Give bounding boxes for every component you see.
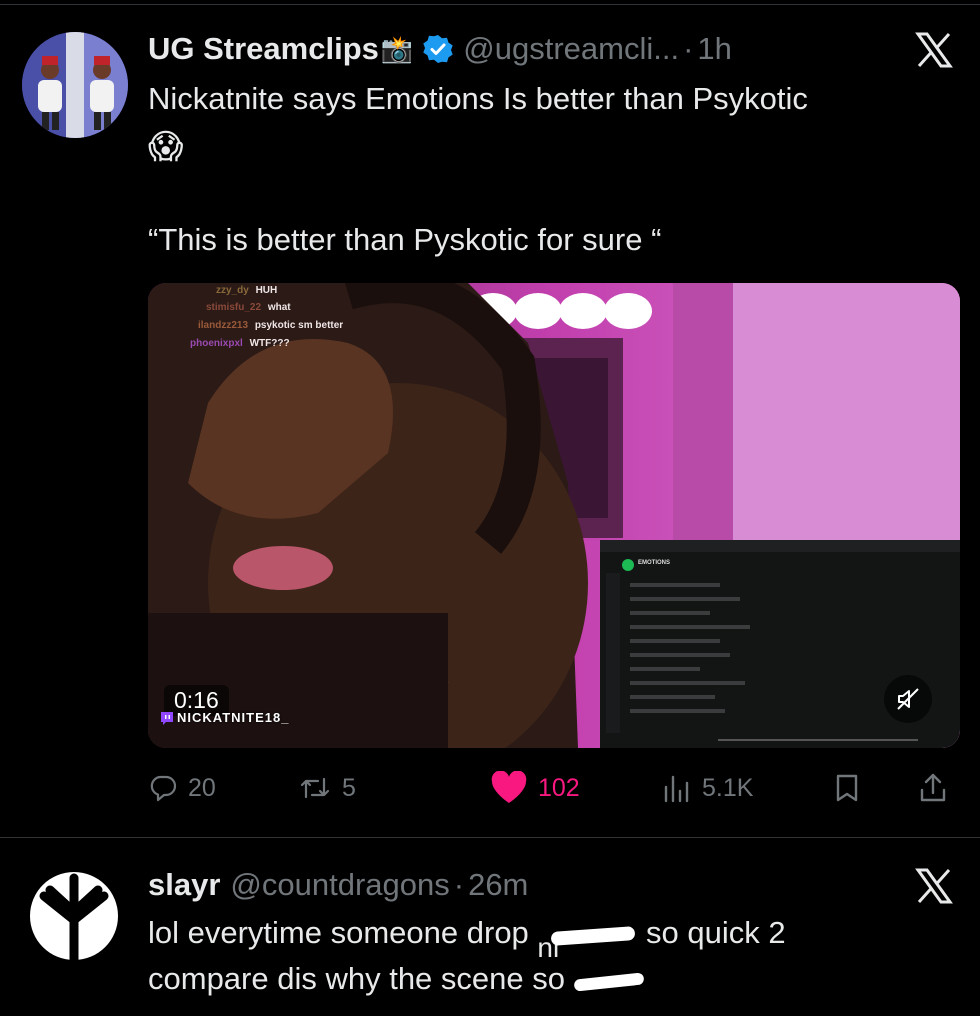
censored-scribble	[573, 967, 646, 992]
tweet-text-part: compare dis why the scene so	[148, 961, 574, 996]
chat-message: stimisfu_22 what	[206, 302, 291, 313]
twitch-icon	[160, 711, 174, 725]
chat-text: WTF???	[249, 338, 290, 349]
reply-icon	[148, 773, 178, 803]
repost-button[interactable]: 5	[298, 763, 356, 813]
views-chart-icon	[662, 773, 692, 803]
heart-filled-icon	[490, 771, 528, 805]
separator-dot: ·	[453, 867, 465, 902]
separator-dot: ·	[683, 31, 694, 66]
tweet-header: UG Streamclips 📸 @ugstreamcli... · 1h	[148, 28, 732, 70]
repost-icon	[298, 773, 332, 803]
tweet-actions: 20 5 102 5.1K	[148, 763, 960, 813]
tweet-quote: “This is better than Pyskotic for sure “	[148, 222, 662, 257]
bookmark-button[interactable]	[832, 763, 862, 813]
camera-flash-emoji: 📸	[380, 33, 414, 64]
tweet-header: slayr @countdragons · 26m	[148, 864, 528, 906]
chat-text: HUH	[255, 285, 278, 296]
speaker-muted-icon	[895, 686, 921, 712]
display-name[interactable]: slayr	[148, 867, 220, 903]
chat-username: phoenixpxl	[190, 338, 243, 349]
tweet-text-part: lol everytime someone drop	[148, 915, 538, 950]
chat-username: ilandzz213	[198, 320, 249, 331]
streamer-name: NICKATNITE18_	[177, 710, 290, 725]
video-frame	[148, 283, 960, 748]
bookmark-icon	[832, 773, 862, 803]
mute-button[interactable]	[884, 675, 932, 723]
x-logo-icon	[914, 30, 954, 70]
reply-count: 20	[188, 773, 216, 802]
verified-badge-icon	[423, 34, 453, 64]
share-button[interactable]	[918, 763, 948, 813]
handle[interactable]: @countdragons	[230, 867, 449, 903]
like-count: 102	[538, 773, 580, 802]
avatar-ugstreamclips[interactable]	[22, 32, 128, 138]
tweet-text-part: so quick 2	[637, 915, 786, 950]
timestamp[interactable]: 1h	[697, 31, 731, 67]
chat-text: what	[267, 302, 291, 313]
censored-scribble: ni	[537, 921, 637, 963]
tweet-slayr[interactable]: slayr @countdragons · 26m lol everytime …	[0, 838, 980, 1016]
shocked-face-emoji: 😱	[148, 128, 184, 166]
chat-message: zzy_dy HUH	[216, 285, 277, 296]
repost-count: 5	[342, 773, 356, 802]
display-name[interactable]: UG Streamclips	[148, 31, 379, 67]
x-logo-icon	[914, 866, 954, 906]
chat-message: ilandzz213 psykotic sm better	[198, 320, 343, 331]
handle[interactable]: @ugstreamcli...	[463, 31, 679, 67]
avatar-slayr[interactable]	[20, 862, 128, 970]
chat-message: phoenixpxl WTF???	[190, 338, 290, 349]
reply-button[interactable]: 20	[148, 763, 216, 813]
views-count: 5.1K	[702, 773, 754, 802]
chat-username: stimisfu_22	[206, 302, 262, 313]
like-button[interactable]: 102	[490, 763, 580, 813]
share-icon	[918, 772, 948, 804]
video-player[interactable]: zzy_dy HUH stimisfu_22 what ilandzz213 p…	[148, 283, 960, 748]
playlist-title: EMOTIONS	[638, 560, 671, 566]
chat-text: psykotic sm better	[254, 320, 344, 331]
tweet-text-line1: lol everytime someone drop ni so quick 2	[148, 910, 786, 963]
streamer-watermark: NICKATNITE18_	[160, 710, 289, 725]
tweet-text-line2: compare dis why the scene so	[148, 956, 646, 1002]
chat-username: zzy_dy	[216, 285, 249, 296]
views-button[interactable]: 5.1K	[662, 763, 753, 813]
tweet-text-line1: Nickatnite says Emotions Is better than …	[148, 81, 808, 116]
tweet-ugstreamclips[interactable]: UG Streamclips 📸 @ugstreamcli... · 1h Ni…	[0, 0, 980, 836]
timestamp[interactable]: 26m	[468, 867, 528, 903]
